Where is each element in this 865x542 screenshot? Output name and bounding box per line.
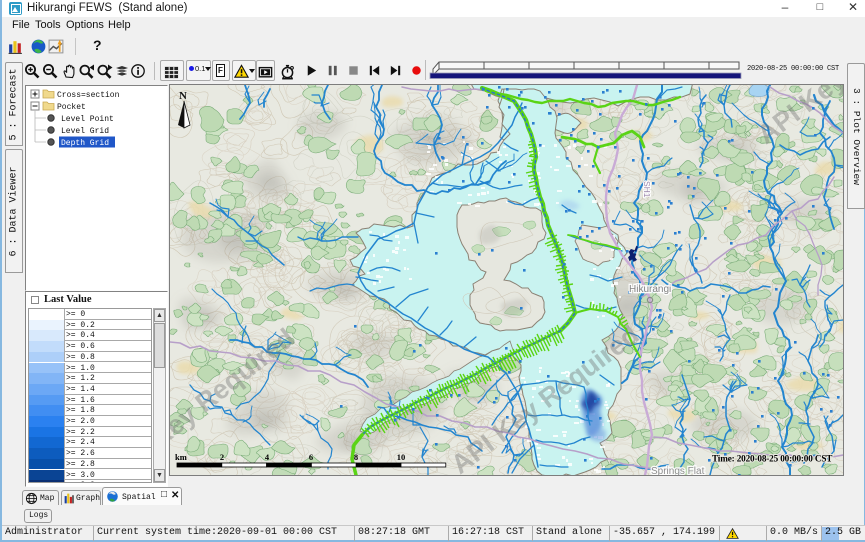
svg-text:Springs Flat: Springs Flat xyxy=(651,466,705,475)
svg-text:km: km xyxy=(175,452,187,462)
svg-text:Pocket: Pocket xyxy=(57,103,86,112)
svg-text:Depth Grid: Depth Grid xyxy=(61,139,109,148)
svg-text:Cross=section: Cross=section xyxy=(57,91,120,100)
svg-text:Time: 2020-08-25 00:00:00 CST: Time: 2020-08-25 00:00:00 CST xyxy=(712,454,832,464)
svg-text:Level Grid: Level Grid xyxy=(61,127,109,136)
svg-text:2: 2 xyxy=(220,452,224,462)
svg-text:10: 10 xyxy=(397,452,406,462)
svg-text:6: 6 xyxy=(309,452,313,462)
svg-text:SH1: SH1 xyxy=(642,181,652,198)
svg-text:8: 8 xyxy=(354,452,358,462)
svg-text:N: N xyxy=(179,90,187,102)
svg-text:Level Point: Level Point xyxy=(61,115,114,124)
svg-text:Hikurangi: Hikurangi xyxy=(629,284,671,295)
